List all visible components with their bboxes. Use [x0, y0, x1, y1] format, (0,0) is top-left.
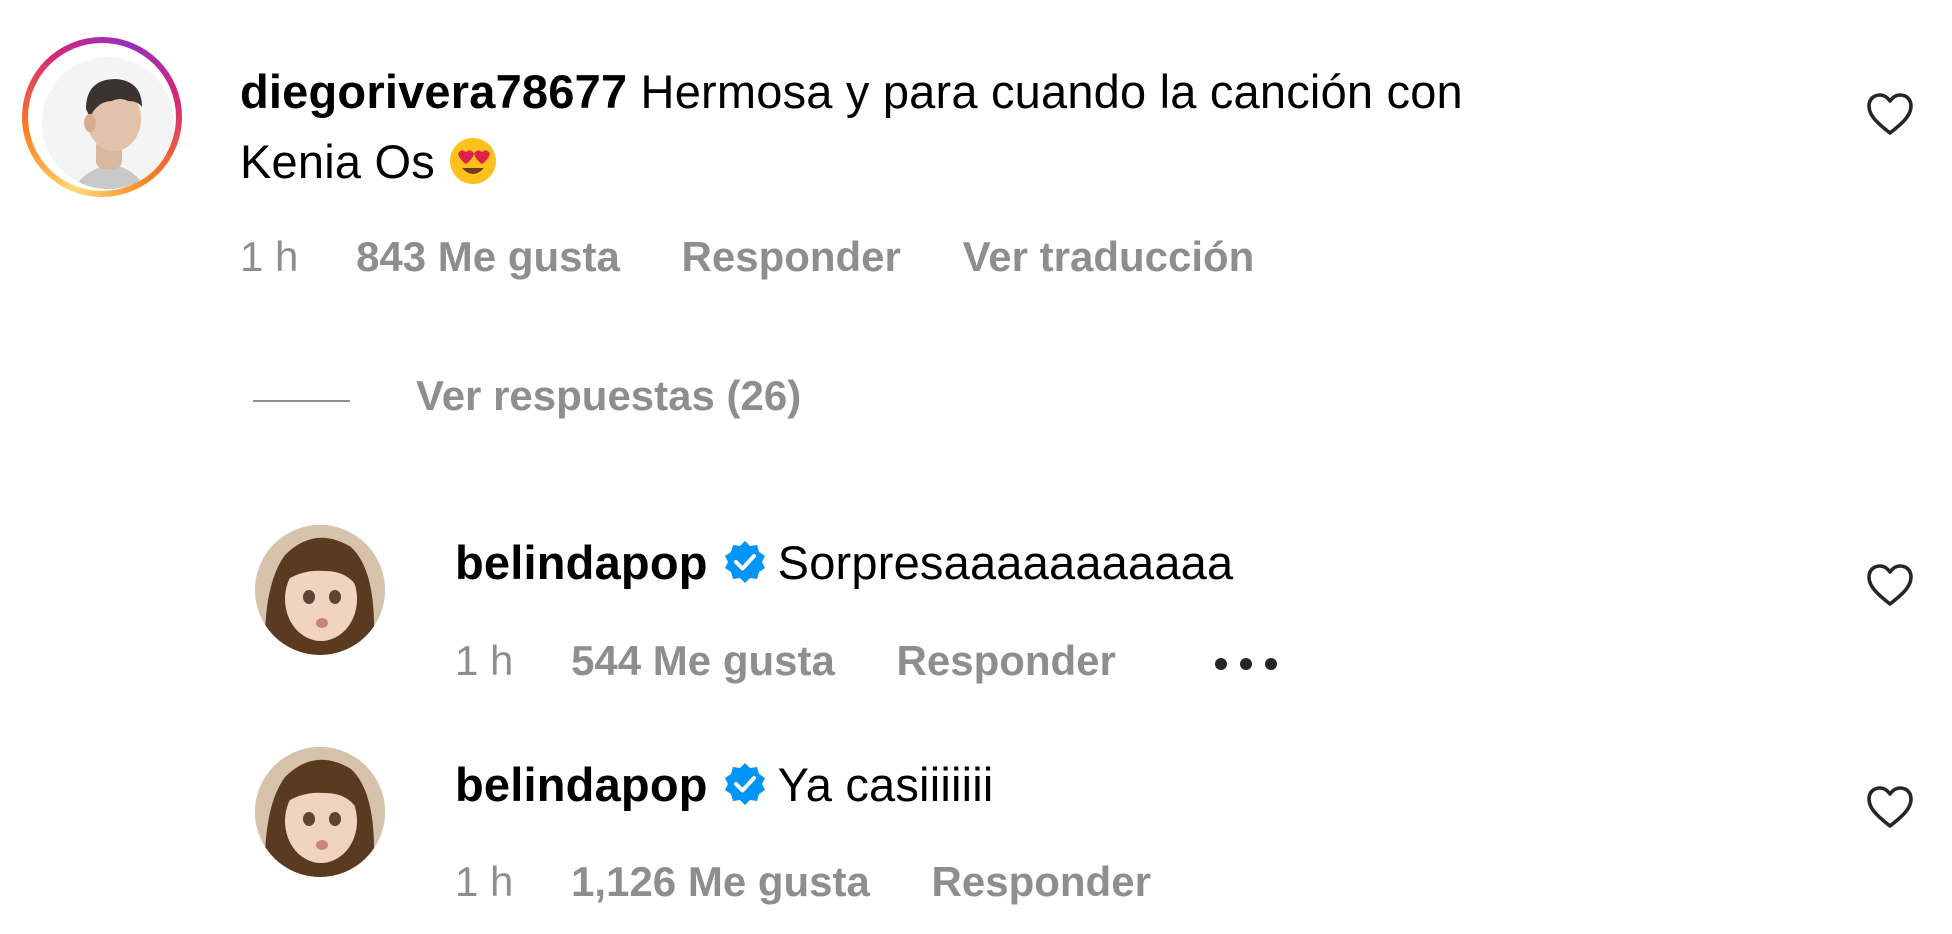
reply-text: Sorpresaaaaaaaaaaa — [777, 536, 1234, 589]
reply-time: 1 h — [455, 858, 514, 905]
reply-meta: 1 h 544 Me gusta Responder — [455, 637, 1278, 685]
reply-time: 1 h — [455, 637, 514, 684]
replies-divider — [253, 400, 350, 402]
view-replies-button[interactable]: Ver respuestas (26) — [416, 372, 801, 420]
profile-photo-icon — [42, 57, 174, 189]
heart-eyes-emoji-icon — [450, 138, 497, 184]
heart-icon[interactable] — [1866, 563, 1914, 607]
verified-badge-icon — [724, 541, 765, 583]
comment-body: diegorivera78677 Hermosa y para cuando l… — [240, 57, 1780, 197]
profile-photo-icon — [255, 747, 385, 877]
more-options-icon[interactable] — [1214, 657, 1278, 671]
reply-body: belindapop Sorpresaaaaaaaaaaa — [455, 528, 1233, 598]
reply-body: belindapop Ya casiiiiiii — [455, 750, 994, 820]
reply-username[interactable]: belindapop — [455, 758, 708, 811]
avatar[interactable] — [255, 525, 385, 655]
reply-reply-button[interactable]: Responder — [897, 637, 1116, 685]
reply-text: Ya casiiiiiii — [777, 758, 994, 811]
comment-meta: 1 h 843 Me gusta Responder Ver traducció… — [240, 233, 1254, 281]
translate-button[interactable]: Ver traducción — [963, 233, 1255, 281]
reply-meta: 1 h 1,126 Me gusta Responder — [455, 858, 1151, 906]
story-ring[interactable] — [22, 37, 182, 197]
profile-photo-icon — [255, 525, 385, 655]
reply-reply-button[interactable]: Responder — [932, 858, 1151, 906]
comment-reply-button[interactable]: Responder — [682, 233, 901, 281]
comment-username[interactable]: diegorivera78677 — [240, 65, 627, 118]
comment-likes[interactable]: 843 Me gusta — [356, 233, 620, 281]
comment-text: Hermosa y para cuando la canción con — [640, 65, 1463, 118]
heart-icon[interactable] — [1866, 92, 1914, 136]
verified-badge-icon — [724, 763, 765, 805]
reply-likes[interactable]: 544 Me gusta — [571, 637, 835, 685]
comment-time: 1 h — [240, 233, 299, 280]
reply-likes[interactable]: 1,126 Me gusta — [571, 858, 870, 906]
comment-text-line2: Kenia Os — [240, 135, 435, 188]
reply-username[interactable]: belindapop — [455, 536, 708, 589]
heart-icon[interactable] — [1866, 785, 1914, 829]
avatar[interactable] — [42, 57, 174, 189]
avatar[interactable] — [255, 747, 385, 877]
